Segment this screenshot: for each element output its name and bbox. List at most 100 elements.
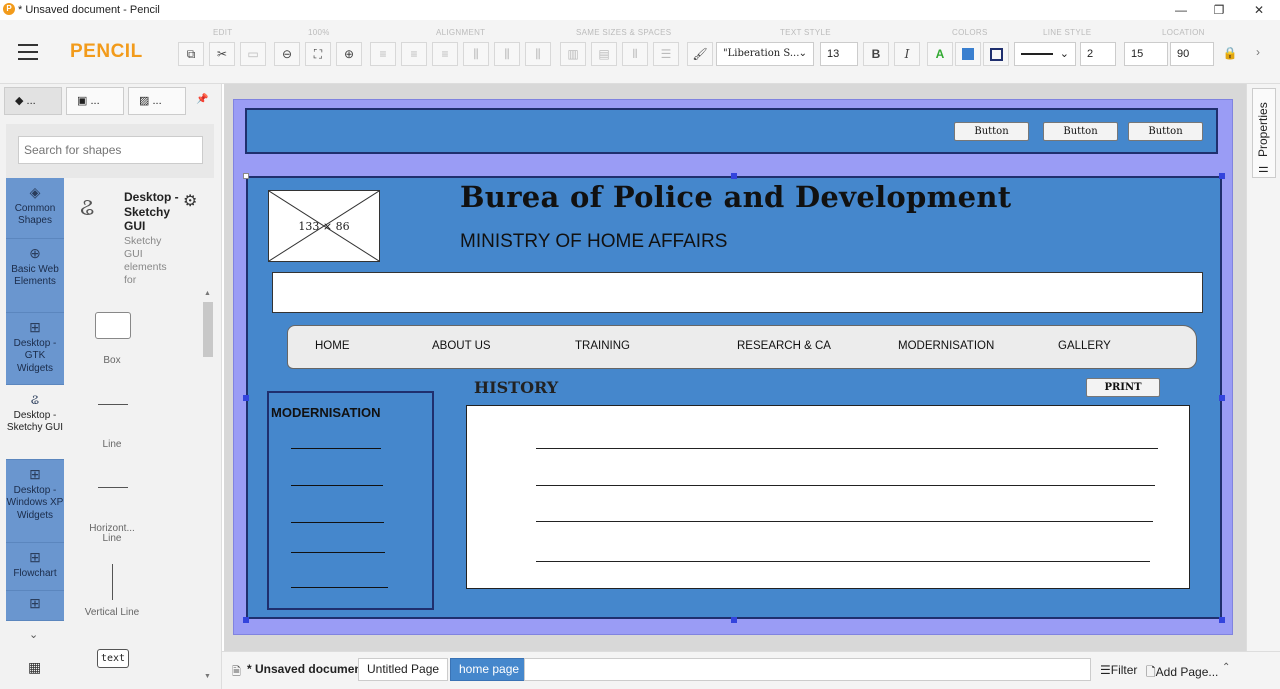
tab-collections[interactable]: ◆ ... bbox=[4, 87, 62, 115]
selection-handle[interactable] bbox=[243, 395, 249, 401]
apps-grid-icon[interactable]: ▦ bbox=[28, 659, 41, 676]
space-horizontal-icon[interactable]: ⫴ bbox=[622, 42, 648, 66]
category-gtk-widgets[interactable]: ⊞ Desktop - GTK Widgets bbox=[6, 313, 64, 385]
pin-icon[interactable]: 📌 bbox=[196, 94, 208, 105]
selection-handle[interactable] bbox=[1219, 395, 1225, 401]
nav-home[interactable]: HOME bbox=[315, 340, 350, 352]
page-tab-untitled[interactable]: Untitled Page bbox=[358, 658, 449, 681]
squiggle-icon: ଌ bbox=[80, 194, 95, 221]
chevron-up-icon[interactable]: ⌃ bbox=[1222, 662, 1230, 673]
properties-tab[interactable]: Properties ⚌ bbox=[1252, 88, 1276, 178]
tab-label: ... bbox=[152, 95, 162, 107]
banner-box[interactable] bbox=[272, 272, 1203, 313]
paste-icon[interactable]: ▭ bbox=[240, 42, 266, 66]
nav-training[interactable]: TRAINING bbox=[575, 340, 630, 352]
category-basic-web-elements[interactable]: ⊕ Basic Web Elements bbox=[6, 239, 64, 313]
category-common-shapes[interactable]: ◈ Common Shapes bbox=[6, 178, 64, 239]
selection-handle[interactable] bbox=[243, 617, 249, 623]
copy-icon[interactable]: ⧉ bbox=[178, 42, 204, 66]
text-color-button[interactable]: A bbox=[927, 42, 953, 66]
category-sketchy-gui[interactable]: ଌ Desktop - Sketchy GUI bbox=[6, 385, 64, 460]
search-input[interactable] bbox=[18, 136, 203, 164]
line-width-input[interactable]: 2 bbox=[1080, 42, 1116, 66]
fill-color-button[interactable] bbox=[955, 42, 981, 66]
selection-handle[interactable] bbox=[731, 617, 737, 623]
format-painter-icon[interactable]: 🖌 bbox=[687, 42, 713, 66]
align-top-icon[interactable]: ⫼ bbox=[463, 42, 489, 66]
sidebar-box[interactable]: MODERNISATION bbox=[267, 391, 434, 610]
minimize-button[interactable]: — bbox=[1166, 2, 1196, 18]
nav-about-us[interactable]: ABOUT US bbox=[432, 340, 491, 352]
chevron-down-icon[interactable]: ⌄ bbox=[29, 628, 38, 641]
selection-handle[interactable] bbox=[1219, 617, 1225, 623]
align-left-icon[interactable]: ≡ bbox=[370, 42, 396, 66]
filter-label: Filter bbox=[1110, 663, 1138, 677]
category-windows-xp-widgets[interactable]: ⊞ Desktop - Windows XP Widgets bbox=[6, 460, 64, 543]
layers-icon: ◈ bbox=[29, 184, 41, 200]
pages-bar: 🗎 * Unsaved document Untitled Page home … bbox=[222, 651, 1280, 689]
print-button[interactable]: PRINT bbox=[1086, 378, 1160, 397]
align-bottom-icon[interactable]: ⫼ bbox=[525, 42, 551, 66]
cut-icon[interactable]: ✂ bbox=[209, 42, 235, 66]
category-label: Desktop - Sketchy GUI bbox=[6, 409, 64, 434]
same-height-icon[interactable]: ▤ bbox=[591, 42, 617, 66]
header-button-3[interactable]: Button bbox=[1128, 122, 1203, 141]
image-placeholder[interactable]: 133 × 86 bbox=[268, 190, 380, 262]
sidebar-line bbox=[291, 552, 385, 553]
horizontal-line-shape[interactable] bbox=[98, 487, 128, 488]
line-style-select[interactable]: ⌄ bbox=[1014, 42, 1076, 66]
category-more[interactable]: ⊞ bbox=[6, 591, 64, 621]
vertical-line-shape[interactable] bbox=[112, 564, 113, 600]
stroke-color-button[interactable] bbox=[983, 42, 1009, 66]
add-page-button[interactable]: 🗋Add Page... bbox=[1146, 663, 1218, 684]
zoom-in-icon[interactable]: ⊕ bbox=[336, 42, 362, 66]
maximize-button[interactable]: ❐ bbox=[1204, 2, 1234, 18]
gear-icon[interactable]: ⚙ bbox=[183, 191, 197, 211]
globe-icon: ⊕ bbox=[29, 245, 41, 261]
location-y-input[interactable]: 90 bbox=[1170, 42, 1214, 66]
nav-modernisation[interactable]: MODERNISATION bbox=[898, 340, 994, 352]
text-shape[interactable]: text bbox=[97, 649, 129, 668]
location-x-input[interactable]: 15 bbox=[1124, 42, 1168, 66]
history-content-box[interactable] bbox=[466, 405, 1190, 589]
selection-handle[interactable] bbox=[731, 173, 737, 179]
space-vertical-icon[interactable]: ☰ bbox=[653, 42, 679, 66]
chevron-right-icon[interactable]: › bbox=[1256, 45, 1260, 59]
category-flowchart[interactable]: ⊞ Flowchart bbox=[6, 543, 64, 591]
tab-label: ... bbox=[26, 95, 36, 107]
grid-icon: ⊞ bbox=[29, 466, 41, 482]
scrollbar-thumb bbox=[203, 302, 213, 357]
canvas-area[interactable]: Button Button Button 133 × 86 Burea of P… bbox=[224, 84, 1246, 651]
filter-button[interactable]: ☰Filter bbox=[1100, 663, 1137, 677]
align-center-icon[interactable]: ≡ bbox=[401, 42, 427, 66]
hamburger-menu-icon[interactable] bbox=[18, 42, 38, 60]
zoom-out-icon[interactable]: ⊖ bbox=[274, 42, 300, 66]
lock-icon[interactable]: 🔒 bbox=[1217, 42, 1243, 66]
italic-button[interactable]: I bbox=[894, 42, 920, 66]
box-shape[interactable] bbox=[95, 312, 131, 339]
header-button-2[interactable]: Button bbox=[1043, 122, 1118, 141]
tab-clipart[interactable]: ▨ ... bbox=[128, 87, 186, 115]
page-subtitle[interactable]: MINISTRY OF HOME AFFAIRS bbox=[460, 231, 727, 253]
shape-collections-panel: ◆ ... ▣ ... ▨ ... 📌 ◈ Common Shapes ⊕ Basi… bbox=[0, 84, 222, 689]
font-size-input[interactable]: 13 bbox=[820, 42, 858, 66]
nav-research[interactable]: RESEARCH & CA bbox=[737, 340, 831, 352]
bold-button[interactable]: B bbox=[863, 42, 889, 66]
fit-screen-icon[interactable]: ⛶ bbox=[305, 42, 331, 66]
page-tab-home[interactable]: home page bbox=[450, 658, 529, 681]
selection-handle[interactable] bbox=[1219, 173, 1225, 179]
align-right-icon[interactable]: ≡ bbox=[432, 42, 458, 66]
header-button-1[interactable]: Button bbox=[954, 122, 1029, 141]
nav-gallery[interactable]: GALLERY bbox=[1058, 340, 1111, 352]
tab-private-collections[interactable]: ▣ ... bbox=[66, 87, 124, 115]
section-title[interactable]: HISTORY bbox=[474, 378, 558, 397]
line-shape[interactable] bbox=[98, 404, 128, 405]
toolbar: PENCIL EDIT ⧉ ✂ ▭ 100% ⊖ ⛶ ⊕ ALIGNMENT ≡… bbox=[0, 20, 1280, 84]
selection-handle[interactable] bbox=[243, 173, 249, 179]
shapes-scrollbar[interactable]: ▲ ▼ bbox=[203, 290, 213, 680]
same-width-icon[interactable]: ▥ bbox=[560, 42, 586, 66]
page-title[interactable]: Burea of Police and Development bbox=[460, 180, 1011, 214]
close-button[interactable]: ✕ bbox=[1244, 2, 1274, 18]
align-middle-icon[interactable]: ⫼ bbox=[494, 42, 520, 66]
font-family-select[interactable]: "Liberation S... ⌄ bbox=[716, 42, 814, 66]
